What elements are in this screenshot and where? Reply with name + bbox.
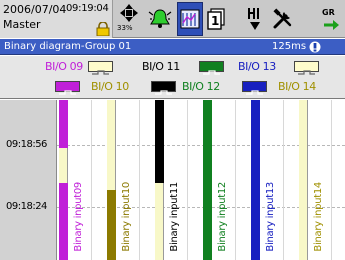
trend-display-icon [180, 9, 200, 29]
channel-name: Binary input10 [121, 182, 132, 252]
single-channel-icon: 1 [207, 8, 225, 30]
lane-divider [331, 100, 332, 260]
channel-on-segment [107, 190, 116, 260]
channel-on-segment [203, 100, 212, 260]
legend-label-bio13: BI/O 13 [238, 60, 276, 73]
user-name: Master [3, 18, 41, 31]
history-marker-icon [248, 8, 260, 30]
alarm-bell-icon [148, 9, 172, 28]
channel-lane: Binary input12 [203, 100, 251, 260]
toolbar: 2006/07/04 09:19:04 Master 33% 1 GR [0, 0, 345, 38]
step-signal-icon [59, 90, 76, 95]
navigation-percent: 33% [117, 24, 133, 32]
channel-legend: BI/O 09 BI/O 11 BI/O 13 BI/O 10 BI/O 12 … [0, 56, 345, 99]
time-axis: 09:18:56 09:18:24 [0, 100, 57, 260]
channel-on-segment [155, 100, 164, 183]
channel-lane: Binary input09 [59, 100, 107, 260]
alarm-button[interactable] [146, 2, 174, 36]
lane-divider [91, 100, 92, 260]
navigation-button[interactable]: 33% [116, 2, 142, 36]
step-signal-icon [298, 70, 315, 75]
padlock-icon[interactable] [95, 22, 111, 36]
sample-rate: 125ms [272, 41, 307, 52]
channel-name: Binary input13 [265, 182, 276, 252]
channel-on-segment [251, 100, 260, 260]
info-icon[interactable] [309, 41, 321, 53]
channel-on-segment [59, 183, 68, 260]
time-label: 09:18:56 [6, 139, 47, 150]
channel-name-container: Binary input10 [121, 112, 135, 252]
channel-name-container: Binary input09 [73, 112, 87, 252]
channel-name-container: Binary input14 [313, 112, 327, 252]
lane-divider [283, 100, 284, 260]
channel-on-segment [59, 100, 68, 148]
legend-swatch-bio09 [88, 61, 113, 75]
channel-name: Binary input12 [217, 182, 228, 252]
channel-name: Binary input11 [169, 182, 180, 252]
diagram-title-bar: Binary diagram-Group 01 125ms [0, 39, 345, 55]
channel-name-container: Binary input13 [265, 112, 279, 252]
channel-lane: Binary input10 [107, 100, 155, 260]
navigation-cross-icon [120, 4, 138, 22]
channel-lane: Binary input11 [155, 100, 203, 260]
channel-lane: Binary input13 [251, 100, 299, 260]
legend-label-bio10: BI/O 10 [91, 80, 129, 93]
binary-diagram-chart[interactable]: 09:18:56 09:18:24 Binary input09 Binary i… [0, 100, 345, 260]
group-arrow-icon [324, 20, 339, 30]
time-label: 09:18:24 [6, 201, 47, 212]
lane-divider [235, 100, 236, 260]
history-button[interactable] [245, 2, 265, 36]
group-switch-button[interactable]: GR [318, 2, 342, 36]
legend-label-bio14: BI/O 14 [278, 80, 316, 93]
channel-name-container: Binary input11 [169, 112, 183, 252]
channel-lane: Binary input14 [299, 100, 345, 260]
legend-swatch-bio14 [242, 81, 267, 95]
channel-bar [299, 100, 308, 260]
single-channel-button[interactable]: 1 [205, 2, 227, 36]
step-signal-icon [92, 70, 109, 75]
legend-label-bio12: BI/O 12 [182, 80, 220, 93]
step-signal-icon [203, 70, 220, 75]
legend-swatch-bio11 [199, 61, 224, 75]
status-date: 2006/07/04 [3, 3, 67, 16]
channel-name: Binary input14 [313, 182, 324, 252]
lane-divider [139, 100, 140, 260]
status-panel: 2006/07/04 09:19:04 Master [0, 0, 113, 38]
step-signal-icon [246, 90, 263, 95]
diagram-title: Binary diagram-Group 01 [4, 41, 132, 52]
status-time: 09:19:04 [66, 3, 109, 14]
legend-label-bio11: BI/O 11 [142, 60, 180, 73]
legend-label-bio09: BI/O 09 [45, 60, 83, 73]
step-signal-icon [155, 90, 172, 95]
display-mode-button[interactable] [177, 2, 203, 36]
legend-swatch-bio12 [151, 81, 176, 95]
settings-button[interactable] [270, 2, 296, 36]
svg-text:1: 1 [211, 14, 219, 28]
group-switch-label: GR [322, 8, 335, 17]
channel-name: Binary input09 [73, 182, 84, 252]
lane-divider [187, 100, 188, 260]
channel-name-container: Binary input12 [217, 112, 231, 252]
legend-swatch-bio10 [55, 81, 80, 95]
legend-swatch-bio13 [294, 61, 319, 75]
tools-icon [273, 8, 292, 29]
